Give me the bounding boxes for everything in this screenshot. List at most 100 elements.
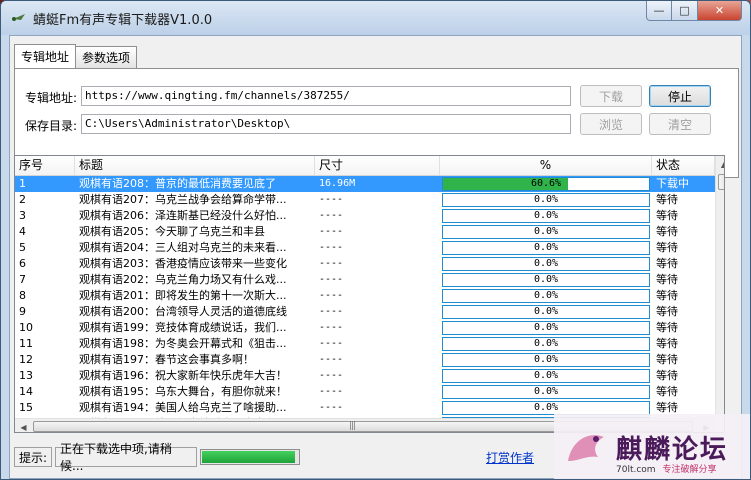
row-progress-bar: 60.6%: [442, 177, 650, 191]
row-index: 4: [19, 225, 26, 238]
row-size: ----: [319, 338, 344, 349]
save-dir-label: 保存目录:: [25, 119, 78, 133]
row-size: ----: [319, 290, 344, 301]
tab-album-address[interactable]: 专辑地址: [14, 44, 77, 68]
table-row[interactable]: 7 观棋有语202：乌克兰角力场又有什么戏... ---- 0.0% 等待: [15, 272, 724, 288]
clear-button[interactable]: 清空: [649, 113, 711, 135]
row-state: 等待: [656, 289, 678, 302]
table-row[interactable]: 2 观棋有语207：乌克兰战争会给算命学带... ---- 0.0% 等待: [15, 192, 724, 208]
vertical-scroll-thumb[interactable]: [718, 174, 724, 190]
watermark-subtitle: 70lt.com 专注破解分享: [616, 462, 716, 475]
row-state: 等待: [656, 337, 678, 350]
row-percent: 0.0%: [533, 386, 559, 397]
row-state: 等待: [656, 241, 678, 254]
row-state: 等待: [656, 193, 678, 206]
table-row[interactable]: 12 观棋有语197：春节这会事真多啊！ ---- 0.0% 等待: [15, 352, 724, 368]
row-size: ----: [319, 210, 344, 221]
donate-link[interactable]: 打赏作者: [486, 449, 534, 466]
table-row[interactable]: 1 观棋有语208：普京的最低消费要见底了 16.96M 60.6% 下载中: [15, 176, 724, 192]
row-progress-cell: 0.0%: [440, 208, 652, 224]
row-size: 16.96M: [319, 178, 356, 189]
row-state: 等待: [656, 385, 678, 398]
row-size: ----: [319, 322, 344, 333]
row-progress-bar: 0.0%: [442, 273, 650, 287]
row-progress-bar: 0.0%: [442, 353, 650, 367]
table-row[interactable]: 5 观棋有语204：三人组对乌克兰的未来看... ---- 0.0% 等待: [15, 240, 724, 256]
tab-strip: 专辑地址 参数选项: [14, 44, 138, 68]
vertical-scrollbar[interactable]: ▲: [715, 156, 724, 418]
row-title: 观棋有语199：竞技体育成绩说话，我们...: [79, 321, 287, 334]
row-title: 观棋有语206：泽连斯基已经没什么好怕...: [79, 209, 287, 222]
table-row[interactable]: 3 观棋有语206：泽连斯基已经没什么好怕... ---- 0.0% 等待: [15, 208, 724, 224]
title-bar[interactable]: 蜻蜓Fm有声专辑下载器V1.0.0 — □ ✕: [1, 1, 750, 35]
maximize-button[interactable]: □: [672, 1, 698, 21]
table-row[interactable]: 10 观棋有语199：竞技体育成绩说话，我们... ---- 0.0% 等待: [15, 320, 724, 336]
stop-button[interactable]: 停止: [649, 85, 711, 107]
header-state[interactable]: 状态: [652, 156, 715, 175]
row-state: 等待: [656, 369, 678, 382]
watermark-tagline: 专注破解分享: [662, 465, 717, 475]
row-percent: 0.0%: [533, 306, 559, 317]
row-progress-bar: 0.0%: [442, 241, 650, 255]
download-button[interactable]: 下载: [580, 85, 642, 107]
row-index: 2: [19, 193, 26, 206]
tab-options[interactable]: 参数选项: [75, 46, 138, 68]
row-index: 1: [19, 177, 26, 190]
row-progress-bar: 0.0%: [442, 257, 650, 271]
row-progress-cell: 0.0%: [440, 336, 652, 352]
list-header: 序号 标题 尺寸 % 状态: [15, 156, 724, 176]
close-button[interactable]: ✕: [698, 1, 742, 21]
table-row[interactable]: 9 观棋有语200：台湾领导人灵活的道德底线 ---- 0.0% 等待: [15, 304, 724, 320]
row-progress-cell: 0.0%: [440, 304, 652, 320]
table-row[interactable]: 14 观棋有语195：乌东大舞台，有胆你就来！ ---- 0.0% 等待: [15, 384, 724, 400]
row-index: 13: [19, 369, 33, 382]
row-title: 观棋有语194：美国人给乌克兰了啥援助...: [79, 401, 287, 414]
forum-watermark: 麒麟论坛 70lt.com 专注破解分享: [554, 414, 750, 479]
status-hint-label: 提示:: [14, 447, 53, 467]
row-percent: 0.0%: [533, 370, 559, 381]
row-progress-bar: 0.0%: [442, 401, 650, 415]
row-state: 等待: [656, 321, 678, 334]
watermark-site: 70lt.com: [616, 465, 656, 475]
row-size: ----: [319, 386, 344, 397]
qilin-logo-icon: [568, 435, 604, 461]
list-body: 1 观棋有语208：普京的最低消费要见底了 16.96M 60.6% 下载中 2 观棋有语2…: [15, 176, 724, 432]
header-title[interactable]: 标题: [75, 156, 315, 175]
scroll-left-icon[interactable]: ◀: [15, 419, 32, 432]
scroll-up-icon[interactable]: ▲: [716, 156, 724, 173]
status-progress-fill: [202, 451, 296, 463]
row-progress-cell: 0.0%: [440, 368, 652, 384]
row-percent: 0.0%: [533, 354, 559, 365]
row-state: 下载中: [656, 177, 689, 190]
watermark-brand: 麒麟论坛: [616, 434, 729, 465]
row-size: ----: [319, 354, 344, 365]
row-index: 14: [19, 385, 33, 398]
row-percent: 0.0%: [533, 322, 559, 333]
row-progress-cell: 0.0%: [440, 272, 652, 288]
row-percent: 0.0%: [533, 274, 559, 285]
download-list[interactable]: 序号 标题 尺寸 % 状态 1 观棋有语208：普京的最低消费要见底了 16.96M…: [14, 155, 725, 433]
minimize-button[interactable]: —: [646, 1, 672, 21]
row-progress-bar: 0.0%: [442, 337, 650, 351]
row-progress-cell: 0.0%: [440, 256, 652, 272]
table-row[interactable]: 6 观棋有语203：香港疫情应该带来一些变化 ---- 0.0% 等待: [15, 256, 724, 272]
row-size: ----: [319, 274, 344, 285]
row-title: 观棋有语201：即将发生的第十一次斯大...: [79, 289, 287, 302]
table-row[interactable]: 4 观棋有语205：今天聊了乌克兰和丰县 ---- 0.0% 等待: [15, 224, 724, 240]
row-title: 观棋有语207：乌克兰战争会给算命学带...: [79, 193, 287, 206]
table-row[interactable]: 8 观棋有语201：即将发生的第十一次斯大... ---- 0.0% 等待: [15, 288, 724, 304]
row-size: ----: [319, 402, 344, 413]
table-row[interactable]: 11 观棋有语198：为冬奥会开幕式和《狙击... ---- 0.0% 等待: [15, 336, 724, 352]
browse-button[interactable]: 浏览: [580, 113, 642, 135]
table-row[interactable]: 13 观棋有语196：祝大家新年快乐虎年大吉！ ---- 0.0% 等待: [15, 368, 724, 384]
row-title: 观棋有语200：台湾领导人灵活的道德底线: [79, 305, 287, 318]
album-url-input[interactable]: https://www.qingting.fm/channels/387255/: [81, 86, 571, 106]
save-dir-input[interactable]: C:\Users\Administrator\Desktop\: [81, 114, 571, 134]
row-percent: 0.0%: [533, 226, 559, 237]
row-progress-bar: 0.0%: [442, 225, 650, 239]
header-size[interactable]: 尺寸: [315, 156, 440, 175]
header-percent[interactable]: %: [440, 156, 652, 175]
app-window: 蜻蜓Fm有声专辑下载器V1.0.0 — □ ✕ 专辑地址 参数选项 专辑地址: …: [0, 0, 751, 480]
row-progress-cell: 0.0%: [440, 320, 652, 336]
header-index[interactable]: 序号: [15, 156, 75, 175]
